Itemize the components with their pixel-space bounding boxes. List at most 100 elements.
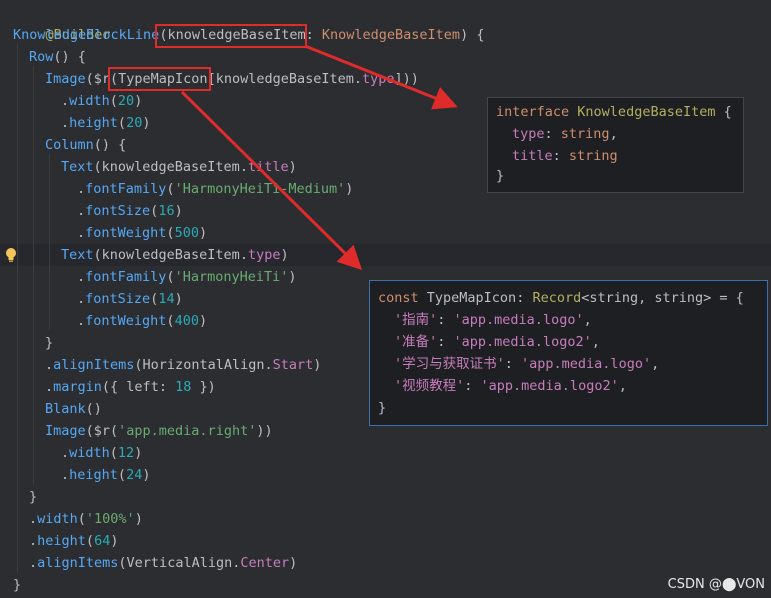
- code-line-10[interactable]: .fontSize(16): [77, 200, 183, 222]
- code-line-27[interactable]: }: [13, 574, 21, 596]
- popup-line: type: string,: [512, 123, 618, 145]
- colon: :: [437, 312, 454, 328]
- indent-guide: [49, 154, 50, 330]
- colon: :: [437, 334, 454, 350]
- code-line-19[interactable]: Blank(): [45, 398, 102, 420]
- comma: ,: [583, 312, 592, 328]
- code-line-24[interactable]: .width('100%'): [29, 508, 143, 530]
- indent-guide: [17, 44, 18, 572]
- dot: .: [45, 357, 54, 373]
- param-type: KnowledgeBaseItem: [321, 27, 461, 43]
- closing-brace: }: [378, 400, 387, 416]
- string: 'app.media.right': [118, 423, 257, 439]
- code-line-15[interactable]: .fontWeight(400): [77, 310, 207, 332]
- map-entry: '视频教程': 'app.media.logo2',: [394, 375, 627, 397]
- field-key: title: [512, 148, 553, 164]
- comma: ,: [651, 356, 660, 372]
- dot: .: [77, 313, 86, 329]
- code-line-4[interactable]: Image($r(TypeMapIcon[knowledgeBaseItem.t…: [45, 68, 419, 90]
- quick-doc-popup-const[interactable]: const TypeMapIcon: Record<string, string…: [369, 280, 768, 426]
- code-line-1[interactable]: @Builder: [13, 2, 111, 43]
- paren: ): [174, 203, 183, 219]
- code-text: (knowledgeBaseItem.: [93, 247, 248, 263]
- popup-line: const TypeMapIcon: Record<string, string…: [378, 287, 744, 309]
- code-line-5[interactable]: .width(20): [61, 90, 142, 112]
- method: fontSize: [85, 291, 151, 307]
- paren: (: [85, 533, 95, 549]
- type-name: Record: [532, 290, 582, 306]
- quick-doc-popup-interface[interactable]: interface KnowledgeBaseItem { type: stri…: [487, 97, 744, 193]
- code-line-6[interactable]: .height(20): [61, 112, 150, 134]
- code-line-20[interactable]: Image($r('app.media.right')): [45, 420, 273, 442]
- number: 500: [174, 225, 199, 241]
- dot: .: [61, 467, 70, 483]
- number: 20: [126, 115, 143, 131]
- lightbulb-icon[interactable]: [4, 247, 18, 263]
- code-line-26[interactable]: .alignItems(VerticalAlign.Center): [29, 552, 297, 574]
- code-line-3[interactable]: Row() {: [29, 46, 86, 68]
- popup-line: }: [378, 397, 386, 419]
- code-line-21[interactable]: .width(12): [61, 442, 142, 464]
- entry-key: '指南': [394, 312, 438, 328]
- method: width: [69, 93, 110, 109]
- code-text: (VerticalAlign.: [118, 555, 241, 571]
- paren: (: [117, 467, 127, 483]
- component-text: Text: [61, 159, 94, 175]
- paren: ): [174, 291, 183, 307]
- code-text: ): [280, 247, 289, 263]
- code-line-9[interactable]: .fontFamily('HarmonyHeiTi-Medium'): [77, 178, 353, 200]
- code-line-11[interactable]: .fontWeight(500): [77, 222, 207, 244]
- string: 'HarmonyHeiTi-Medium': [174, 181, 346, 197]
- method: width: [69, 445, 110, 461]
- code-line-22[interactable]: .height(24): [61, 464, 150, 486]
- paren: (: [109, 93, 118, 109]
- code-text: () {: [53, 49, 86, 65]
- code-line-17[interactable]: .alignItems(HorizontalAlign.Start): [45, 354, 321, 376]
- entry-value: 'app.media.logo': [521, 356, 652, 372]
- paren: ): [134, 511, 143, 527]
- code-line-16[interactable]: }: [45, 332, 53, 354]
- dot: .: [45, 379, 54, 395]
- paren: ): [142, 115, 151, 131]
- map-entry: '准备': 'app.media.logo2',: [394, 331, 600, 353]
- paren: (: [109, 445, 118, 461]
- colon: :: [464, 378, 481, 394]
- number: 14: [158, 291, 175, 307]
- paren: ): [198, 313, 208, 329]
- code-text: ])): [394, 71, 419, 87]
- code-line-18[interactable]: .margin({ left: 18 }): [45, 376, 216, 398]
- comma: ,: [591, 334, 600, 350]
- entry-key: '学习与获取证书': [394, 356, 505, 372]
- number: 64: [94, 533, 111, 549]
- code-text: (knowledgeBaseItem.: [93, 159, 248, 175]
- code-line-14[interactable]: .fontSize(14): [77, 288, 183, 310]
- colon: :: [516, 290, 533, 306]
- map-entry: '学习与获取证书': 'app.media.logo',: [394, 353, 659, 375]
- method: width: [37, 511, 78, 527]
- method: height: [69, 467, 118, 483]
- number: 12: [117, 445, 135, 461]
- code-text: ({ left:: [101, 379, 176, 395]
- code-text: (HorizontalAlign.: [134, 357, 273, 373]
- dot: .: [61, 115, 70, 131]
- method: fontSize: [85, 203, 151, 219]
- assign: = {: [711, 290, 744, 306]
- paren: ): [198, 225, 208, 241]
- code-line-8[interactable]: Text(knowledgeBaseItem.title): [61, 156, 297, 178]
- dot: .: [29, 555, 38, 571]
- method: fontFamily: [85, 269, 167, 285]
- code-line-13[interactable]: .fontFamily('HarmonyHeiTi'): [77, 266, 297, 288]
- enum-value: Start: [272, 357, 314, 373]
- paren: ): [289, 555, 298, 571]
- component-image: Image: [45, 71, 86, 87]
- code-line-25[interactable]: .height(64): [29, 530, 118, 552]
- code-line-12[interactable]: Text(knowledgeBaseItem.type): [61, 244, 289, 266]
- paren: (: [166, 181, 175, 197]
- code-line-23[interactable]: }: [29, 486, 37, 508]
- code-line-7[interactable]: Column() {: [45, 134, 126, 156]
- component-text: Text: [61, 247, 94, 263]
- paren: (: [166, 313, 175, 329]
- component-blank: Blank: [45, 401, 86, 417]
- component-column: Column: [45, 137, 94, 153]
- string: '100%': [85, 511, 135, 527]
